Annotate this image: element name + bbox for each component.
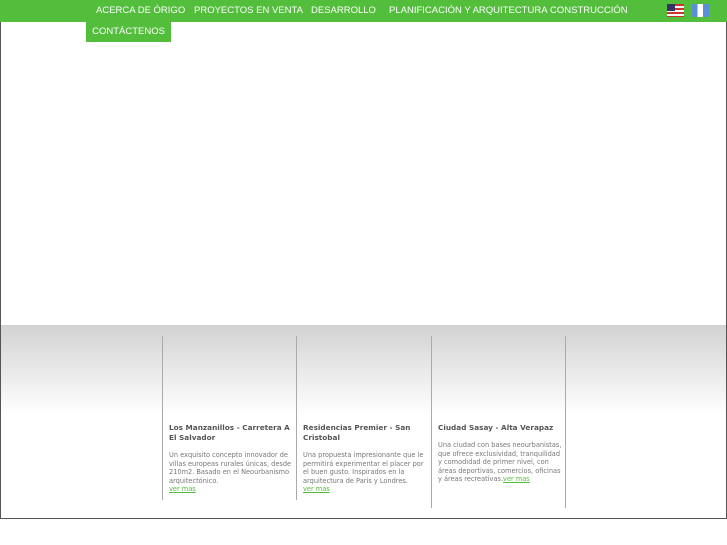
ver-mas-link[interactable]: ver mas (503, 475, 530, 483)
project-desc: Un exquisito concepto innovador de villa… (169, 451, 292, 485)
nav-planning[interactable]: PLANIFICACIÓN Y ARQUITECTURA (389, 0, 548, 22)
project-desc: Una ciudad con bases neourbanistas, que … (438, 441, 562, 484)
project-card: Residencias Premier - San Cristobal Una … (296, 336, 430, 500)
ver-mas-link[interactable]: ver mas (169, 485, 196, 493)
divider (565, 336, 566, 508)
nav-about[interactable]: ACERCA DE ÓRIGO (96, 0, 185, 22)
project-title: Los Manzanillos - Carretera A El Salvado… (169, 423, 290, 442)
nav-contact[interactable]: CONTÁCTENOS (86, 22, 171, 42)
us-flag-icon[interactable] (667, 4, 684, 17)
project-card: Los Manzanillos - Carretera A El Salvado… (162, 336, 296, 500)
project-title: Residencias Premier - San Cristobal (303, 423, 411, 442)
nav-projects[interactable]: PROYECTOS EN VENTA (194, 0, 303, 22)
project-desc: Una propuesta impresionante que le permi… (303, 451, 424, 485)
ver-mas-link[interactable]: ver mas (303, 485, 330, 493)
project-card: Ciudad Sasay - Alta Verapaz Una ciudad c… (431, 336, 565, 508)
nav-construction[interactable]: CONSTRUCCIÓN (550, 0, 628, 22)
project-title: Ciudad Sasay - Alta Verapaz (438, 423, 554, 432)
guatemala-flag-icon[interactable] (692, 4, 709, 17)
nav-development[interactable]: DESARROLLO (311, 0, 376, 22)
main-nav: ACERCA DE ÓRIGO PROYECTOS EN VENTA DESAR… (0, 0, 727, 22)
